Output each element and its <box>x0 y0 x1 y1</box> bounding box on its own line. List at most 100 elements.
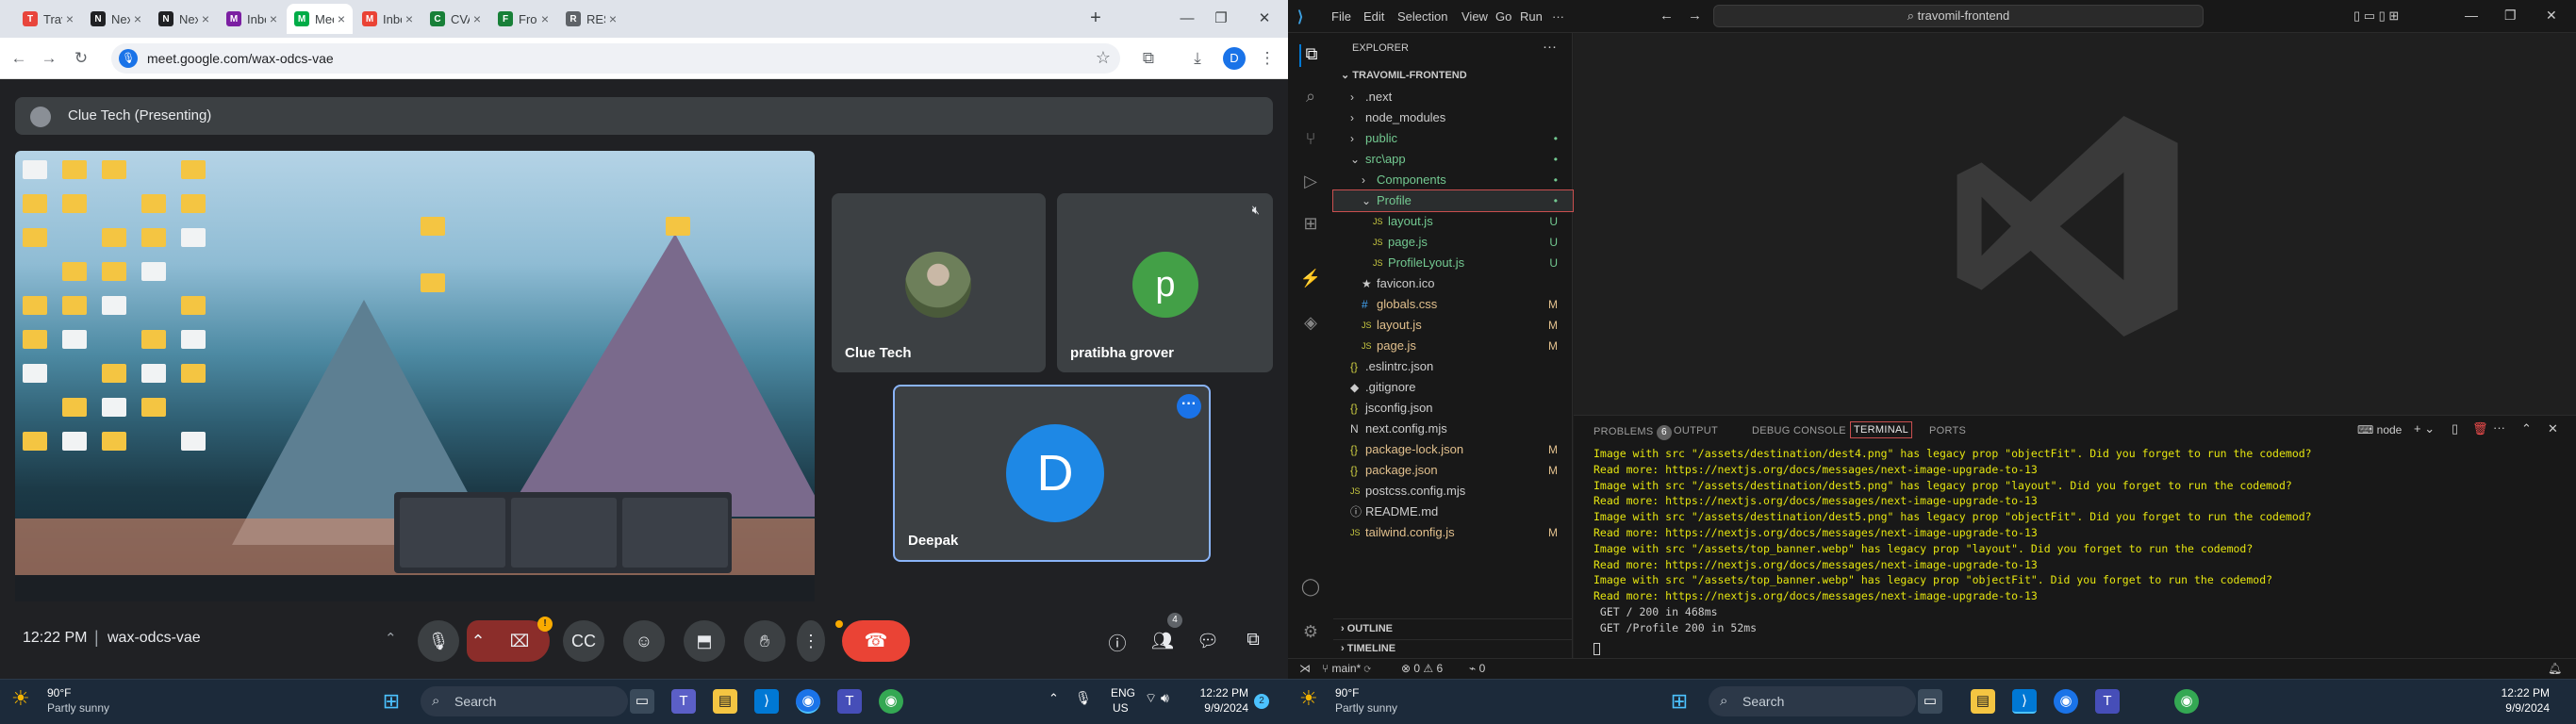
menu-item[interactable]: Go <box>1495 9 1511 24</box>
browser-tab[interactable]: R REST API × <box>558 4 624 34</box>
browser-tab[interactable]: N Next.js × <box>151 4 217 34</box>
extensions-icon[interactable]: ⧉ <box>1137 47 1160 70</box>
accounts-icon[interactable]: ◯ <box>1299 577 1322 600</box>
notification-count-badge[interactable]: 2 <box>1254 694 1269 709</box>
layout-toggle-icons[interactable]: ▯ ▭ ▯ ⊞ <box>2353 8 2399 24</box>
task-view-icon[interactable]: ▭ <box>1918 689 1942 714</box>
panel-tab[interactable]: TERMINAL <box>1849 421 1913 438</box>
browser-tab[interactable]: M Meet × <box>287 4 353 34</box>
outline-section[interactable]: › OUTLINE <box>1333 618 1573 639</box>
explorer-icon[interactable]: ⧉ <box>1299 44 1322 67</box>
split-terminal-icon[interactable]: ▯ <box>2452 421 2458 436</box>
explorer-item[interactable]: ⌄ Profile • <box>1332 189 1574 212</box>
ports-indicator[interactable]: ⌁ 0 <box>1469 662 1485 675</box>
run-debug-icon[interactable]: ▷ <box>1299 172 1322 194</box>
address-bar[interactable]: 🎙 meet.google.com/wax-odcs-vae ☆ <box>111 43 1120 74</box>
teams-icon[interactable]: T <box>837 689 862 714</box>
tab-close-icon[interactable]: × <box>609 11 617 26</box>
kill-terminal-icon[interactable]: 🗑︎ <box>2472 421 2488 436</box>
emoji-reaction-button[interactable]: ☺ <box>623 620 665 662</box>
tab-close-icon[interactable]: × <box>338 11 345 26</box>
menu-item[interactable]: File <box>1331 9 1351 24</box>
profile-avatar[interactable]: D <box>1223 47 1246 70</box>
browser-tab[interactable]: C CVADNA× <box>422 4 488 34</box>
language-indicator[interactable]: ENG <box>1111 686 1135 699</box>
panel-tab[interactable]: PROBLEMS 6 <box>1593 425 1672 440</box>
explorer-item[interactable]: ⓘ README.md <box>1333 502 1573 522</box>
captions-button[interactable]: CC <box>563 620 604 662</box>
browser-tab[interactable]: T Travomi × <box>15 4 81 34</box>
participant-tile-self[interactable]: ··· D Deepak <box>893 385 1211 562</box>
weather-icon[interactable]: ☀ <box>1299 686 1318 711</box>
menu-item[interactable]: View <box>1461 9 1488 24</box>
menu-item[interactable]: Run <box>1520 9 1543 24</box>
panel-tab[interactable]: OUTPUT <box>1674 425 1718 436</box>
terminal-launch-profile[interactable]: ⌨ node <box>2357 423 2402 436</box>
explorer-item[interactable]: Nnext.config.mjs <box>1333 419 1573 439</box>
maximize-button[interactable]: ❐ <box>1207 6 1235 32</box>
browser-tab[interactable]: F Frontend × <box>490 4 556 34</box>
nav-forward-icon[interactable]: → <box>1688 8 1702 24</box>
end-call-button[interactable]: ☎ <box>842 620 910 662</box>
menu-item[interactable]: Selection <box>1397 9 1447 24</box>
chrome-taskbar-icon[interactable]: ◉ <box>2054 689 2078 714</box>
site-info-icon[interactable]: 🎙 <box>119 49 138 68</box>
problems-indicator[interactable]: ⊗ 0 ⚠ 6 <box>1401 662 1443 675</box>
browser-tab[interactable]: M Inbox - d × <box>219 4 285 34</box>
figma-icon[interactable]: ◈ <box>1299 313 1322 336</box>
tray-mic-icon[interactable]: 🎙︎ <box>1075 690 1092 706</box>
browser-tab[interactable]: N Next.js × <box>83 4 149 34</box>
weather-icon[interactable]: ☀ <box>11 686 30 711</box>
back-icon[interactable]: ← <box>8 47 30 70</box>
extensions-activity-icon[interactable]: ⊞ <box>1299 214 1322 237</box>
tab-close-icon[interactable]: × <box>134 11 141 26</box>
more-options-button[interactable]: ⋮ <box>797 620 825 662</box>
menu-item[interactable]: Edit <box>1363 9 1384 24</box>
tab-close-icon[interactable]: × <box>270 11 277 26</box>
present-screen-button[interactable]: ⬒ <box>684 620 725 662</box>
panel-tab[interactable]: DEBUG CONSOLE <box>1752 425 1846 436</box>
explorer-item[interactable]: JS ProfileLyout.js U <box>1333 253 1573 273</box>
forward-icon[interactable]: → <box>38 47 60 70</box>
chrome-menu-icon[interactable]: ⋮ <box>1256 47 1279 70</box>
tab-close-icon[interactable]: × <box>405 11 413 26</box>
more-options-icon[interactable]: ··· <box>1177 394 1201 419</box>
search-activity-icon[interactable]: ⌕ <box>1299 87 1322 109</box>
participant-tile[interactable]: 🔇︎ p pratibha grover <box>1057 193 1273 372</box>
teams-icon[interactable]: T <box>2095 689 2120 714</box>
remote-explorer-icon[interactable]: ⚡ <box>1299 269 1322 291</box>
start-button-icon[interactable]: ⊞ <box>379 689 404 714</box>
tab-close-icon[interactable]: × <box>202 11 209 26</box>
explorer-item[interactable]: › node_modules <box>1333 107 1573 128</box>
audio-options-chevron-icon[interactable]: ⌃ <box>385 630 397 647</box>
chrome-taskbar-icon[interactable]: ◉ <box>796 689 820 714</box>
minimize-button[interactable]: — <box>1173 6 1201 32</box>
close-panel-icon[interactable]: ✕ <box>2548 421 2558 436</box>
file-explorer-icon[interactable]: ▤ <box>713 689 737 714</box>
teams-chat-icon[interactable]: T <box>671 689 696 714</box>
explorer-item[interactable]: JS postcss.config.mjs <box>1333 481 1573 502</box>
vscode-close-button[interactable]: ✕ <box>2546 8 2557 24</box>
taskbar-clock[interactable]: 12:22 PM <box>2489 686 2550 699</box>
reload-icon[interactable]: ↻ <box>70 47 92 70</box>
explorer-item[interactable]: {} jsconfig.json <box>1333 398 1573 419</box>
explorer-item[interactable]: {} package.json M <box>1333 460 1573 481</box>
activities-icon[interactable]: ⧉ <box>1241 630 1265 650</box>
close-window-button[interactable]: ✕ <box>1250 6 1279 32</box>
chrome-profile-taskbar-icon[interactable]: ◉ <box>879 689 903 714</box>
explorer-item[interactable]: › .next <box>1333 87 1573 107</box>
video-options-chevron-icon[interactable]: ⌃ <box>467 620 489 662</box>
explorer-item[interactable]: JS tailwind.config.js M <box>1333 522 1573 543</box>
vscode-minimize-button[interactable]: — <box>2465 8 2478 23</box>
tab-close-icon[interactable]: × <box>541 11 549 26</box>
tab-close-icon[interactable]: × <box>473 11 481 26</box>
explorer-item[interactable]: JS layout.js M <box>1333 315 1573 336</box>
explorer-item[interactable]: JS layout.js U <box>1333 211 1573 232</box>
vscode-taskbar-icon[interactable]: ⟩ <box>754 689 779 714</box>
taskbar-clock[interactable]: 12:22 PM <box>1188 686 1248 699</box>
panel-more-icon[interactable]: ··· <box>2493 420 2505 435</box>
explorer-item[interactable]: ★ favicon.ico <box>1333 273 1573 294</box>
microphone-button[interactable]: 🎙︎ <box>418 620 459 662</box>
taskbar-search[interactable]: Search <box>1709 686 1916 716</box>
explorer-item[interactable]: ◆ .gitignore <box>1333 377 1573 398</box>
